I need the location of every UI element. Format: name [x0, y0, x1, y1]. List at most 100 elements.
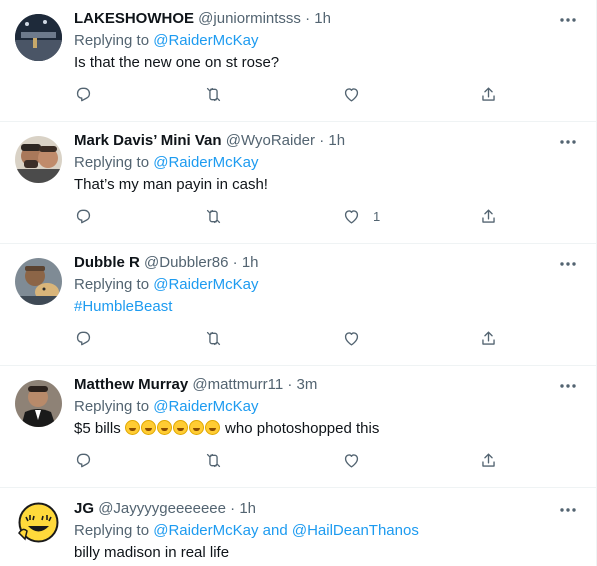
reply-button[interactable] — [74, 205, 93, 227]
like-button[interactable] — [342, 327, 373, 349]
mention-link[interactable]: @RaiderMcKay — [153, 522, 258, 539]
timestamp[interactable]: 1h — [314, 10, 331, 27]
avatar-image — [15, 499, 62, 546]
replying-to: Replying to @RaiderMcKay — [74, 275, 258, 295]
tweet-actions: 1 — [74, 205, 514, 227]
replying-to-label: Replying to — [74, 154, 150, 171]
tweet-text: Is that the new one on st rose? — [74, 54, 280, 71]
display-name[interactable]: Matthew Murray — [74, 376, 188, 393]
share-button[interactable] — [479, 327, 498, 349]
tweet-text: billy madison in real life — [74, 544, 230, 561]
heart-icon — [344, 87, 359, 102]
laughing-emoji-icon — [156, 420, 172, 435]
avatar[interactable] — [15, 258, 62, 305]
timestamp[interactable]: 1h — [242, 254, 259, 271]
avatar-image — [15, 14, 62, 61]
tweet[interactable]: Mark Davis’ Mini Van @WyoRaider · 1h Rep… — [0, 122, 596, 244]
tweet[interactable]: JG @Jayyyygeeeeeee · 1h Replying to @Rai… — [0, 488, 596, 566]
timestamp[interactable]: 1h — [239, 500, 256, 517]
separator-dot: · — [230, 500, 236, 517]
retweet-button[interactable] — [204, 83, 223, 105]
mention-link[interactable]: @RaiderMcKay — [153, 276, 258, 293]
laughing-emoji-icon — [204, 420, 220, 435]
heart-icon — [344, 209, 359, 224]
user-handle[interactable]: @Dubbler86 — [144, 254, 228, 271]
reply-button[interactable] — [74, 83, 93, 105]
more-options-icon[interactable] — [558, 132, 578, 152]
tweet-header: Mark Davis’ Mini Van @WyoRaider · 1h — [74, 131, 345, 151]
more-options-icon[interactable] — [558, 10, 578, 30]
like-button[interactable] — [342, 449, 373, 471]
avatar[interactable] — [15, 499, 62, 546]
replying-to-label: Replying to — [74, 32, 150, 49]
avatar[interactable] — [15, 14, 62, 61]
reply-icon — [76, 453, 91, 467]
replying-to: Replying to @RaiderMcKay — [74, 153, 258, 173]
share-icon — [482, 452, 495, 467]
retweet-button[interactable] — [204, 449, 223, 471]
timestamp[interactable]: 3m — [297, 376, 318, 393]
laughing-emoji-icon — [172, 420, 188, 435]
like-button[interactable] — [342, 83, 373, 105]
retweet-button[interactable] — [204, 327, 223, 349]
display-name[interactable]: LAKESHOWHOE — [74, 10, 194, 27]
like-count: 1 — [373, 208, 381, 224]
avatar[interactable] — [15, 380, 62, 427]
mention-link[interactable]: @RaiderMcKay — [153, 32, 258, 49]
share-icon — [482, 330, 495, 345]
mention-joiner: and — [262, 522, 288, 539]
display-name[interactable]: Dubble R — [74, 254, 140, 271]
tweet[interactable]: LAKESHOWHOE @juniormintsss · 1h Replying… — [0, 0, 596, 122]
tweet-text: That’s my man payin in cash! — [74, 176, 268, 193]
tweet[interactable]: Dubble R @Dubbler86 · 1h Replying to @Ra… — [0, 244, 596, 366]
avatar-image — [15, 258, 62, 305]
like-button[interactable]: 1 — [342, 205, 380, 227]
user-handle[interactable]: @juniormintsss — [198, 10, 301, 27]
more-options-icon[interactable] — [558, 500, 578, 520]
mention-link[interactable]: @RaiderMcKay — [153, 154, 258, 171]
share-icon — [482, 208, 495, 223]
reply-button[interactable] — [74, 449, 93, 471]
replying-to: Replying to @RaiderMcKay and @HailDeanTh… — [74, 521, 419, 541]
tweet-actions — [74, 449, 514, 471]
timestamp[interactable]: 1h — [328, 132, 345, 149]
tweet-header: LAKESHOWHOE @juniormintsss · 1h — [74, 9, 331, 29]
replying-to-label: Replying to — [74, 398, 150, 415]
display-name[interactable]: Mark Davis’ Mini Van — [74, 132, 222, 149]
mention-link[interactable]: @RaiderMcKay — [153, 398, 258, 415]
reply-feed: LAKESHOWHOE @juniormintsss · 1h Replying… — [0, 0, 597, 566]
tweet-header: Matthew Murray @mattmurr11 · 3m — [74, 375, 317, 395]
avatar[interactable] — [15, 136, 62, 183]
tweet-actions — [74, 327, 514, 349]
avatar-image — [15, 136, 62, 183]
more-options-icon[interactable] — [558, 376, 578, 396]
laughing-emoji-icon — [124, 420, 140, 435]
retweet-icon — [206, 331, 221, 345]
mention-link[interactable]: @HailDeanThanos — [292, 522, 419, 539]
separator-dot: · — [287, 376, 293, 393]
reply-icon — [76, 331, 91, 345]
heart-icon — [344, 453, 359, 468]
retweet-button[interactable] — [204, 205, 223, 227]
retweet-icon — [206, 453, 221, 467]
user-handle[interactable]: @WyoRaider — [226, 132, 315, 149]
laughing-emoji-icon — [188, 420, 204, 435]
user-handle[interactable]: @mattmurr11 — [192, 376, 283, 393]
tweet-header: Dubble R @Dubbler86 · 1h — [74, 253, 259, 273]
laughing-emoji-icon — [140, 420, 156, 435]
hashtag-link[interactable]: #HumbleBeast — [74, 297, 172, 317]
user-handle[interactable]: @Jayyyygeeeeeee — [98, 500, 226, 517]
tweet-text: $5 bills who photoshopped this — [74, 419, 379, 439]
replying-to-label: Replying to — [74, 522, 150, 539]
reply-icon — [76, 87, 91, 101]
retweet-icon — [206, 209, 221, 223]
share-button[interactable] — [479, 205, 498, 227]
more-options-icon[interactable] — [558, 254, 578, 274]
reply-button[interactable] — [74, 327, 93, 349]
share-button[interactable] — [479, 83, 498, 105]
share-button[interactable] — [479, 449, 498, 471]
replying-to-label: Replying to — [74, 276, 150, 293]
tweet[interactable]: Matthew Murray @mattmurr11 · 3m Replying… — [0, 366, 596, 488]
display-name[interactable]: JG — [74, 500, 94, 517]
tweet-text-end: who photoshopped this — [225, 420, 380, 437]
